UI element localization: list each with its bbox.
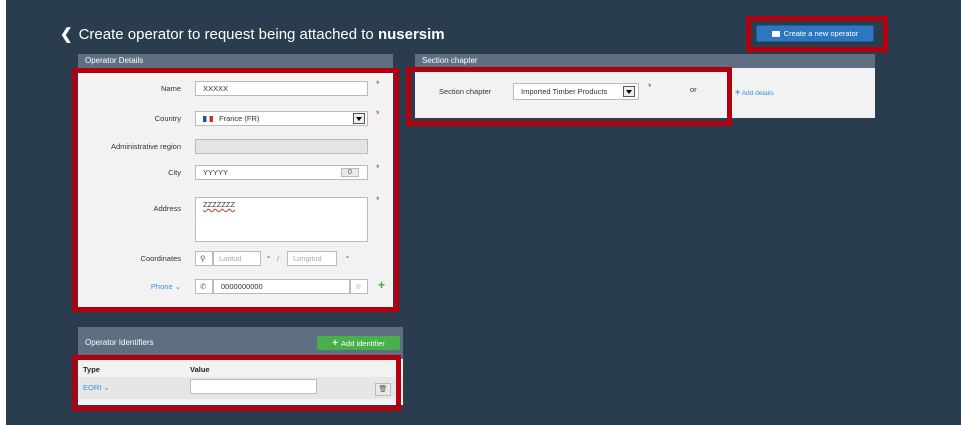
city-lookup-button[interactable]: 0 <box>341 168 359 177</box>
section-chapter-panel: Section chapter Section chapter Imported… <box>415 54 875 118</box>
add-details-link[interactable]: + Add details <box>735 87 774 97</box>
chevron-down-icon[interactable] <box>353 113 365 124</box>
document-icon <box>771 30 780 37</box>
title-prefix: Create operator to request being attache… <box>78 26 374 43</box>
flag-icon <box>203 116 213 123</box>
chevron-down-icon: ⌄ <box>174 282 181 291</box>
address-label: Address <box>153 204 181 213</box>
or-text: or <box>690 85 697 94</box>
identifier-value-input[interactable] <box>190 379 317 394</box>
create-operator-label: Create a new operator <box>783 29 859 38</box>
section-chapter-value: Imported Timber Products <box>521 87 608 96</box>
name-input[interactable]: XXXXX <box>195 81 368 96</box>
required-mark: * <box>376 195 380 205</box>
phone-icon: ✆ <box>195 279 213 294</box>
coordinates-label: Coordinates <box>140 254 181 263</box>
col-value: Value <box>190 365 210 374</box>
plus-icon: + <box>332 337 339 349</box>
name-label: Name <box>160 84 181 93</box>
page-title: ❮ Create operator to request being attach… <box>60 25 445 43</box>
degree-mark: ° <box>267 254 270 263</box>
phone-label: Phone <box>150 282 173 291</box>
create-operator-button[interactable]: Create a new operator <box>756 25 874 42</box>
chevron-left-icon[interactable]: ❮ <box>60 25 73 43</box>
section-chapter-select[interactable]: Imported Timber Products <box>513 83 639 100</box>
city-label: City <box>168 168 181 177</box>
country-label: Country <box>154 114 181 123</box>
chevron-down-icon[interactable] <box>623 86 635 97</box>
operator-details-panel: Operator Details Name XXXXX * Country Fr… <box>78 54 393 308</box>
identifier-row: EORI ⌄ 🗑 <box>78 377 403 399</box>
identifier-type-dropdown[interactable]: EORI ⌄ <box>83 383 110 392</box>
longitude-input[interactable]: Longitud <box>287 251 337 266</box>
required-mark: * <box>648 82 652 92</box>
section-chapter-heading: Section chapter <box>415 54 875 68</box>
operator-details-heading: Operator Details <box>78 54 393 68</box>
latitude-input[interactable]: Latitud <box>213 251 261 266</box>
identifier-table-header: Type Value <box>78 365 403 375</box>
city-input[interactable]: YYYYY 0 <box>195 165 368 180</box>
trash-icon[interactable]: 🗑 <box>375 383 391 396</box>
required-mark: * <box>376 79 380 89</box>
add-phone-icon[interactable]: + <box>378 278 385 292</box>
col-type: Type <box>83 365 100 374</box>
add-details-label: Add details <box>741 90 774 97</box>
coordinate-separator: / <box>277 254 280 263</box>
star-icon[interactable]: ☆ <box>350 279 368 294</box>
city-value: YYYYY <box>203 168 229 177</box>
required-mark: * <box>376 109 380 119</box>
admin-region-label: Administrative region <box>110 142 181 151</box>
admin-region-input[interactable] <box>195 139 368 154</box>
country-value: France (FR) <box>219 114 260 123</box>
phone-input[interactable]: 0000000000 <box>213 279 350 294</box>
degree-mark: ° <box>346 254 349 263</box>
operator-identifiers-panel: Operator Identifiers + Add identifier Ty… <box>78 327 403 405</box>
address-textarea[interactable]: ZZZZZZZ <box>195 197 368 242</box>
section-chapter-label: Section chapter <box>439 87 492 96</box>
country-select[interactable]: France (FR) <box>195 111 368 126</box>
required-mark: * <box>376 163 380 173</box>
title-user: nusersim <box>377 26 445 43</box>
add-identifier-label: Add identifier <box>341 338 385 348</box>
phone-type-dropdown[interactable]: Phone ⌄ <box>151 282 181 291</box>
identifier-type: EORI <box>83 383 102 392</box>
map-marker-icon: ⚲ <box>195 251 213 266</box>
add-identifier-button[interactable]: + Add identifier <box>317 336 400 350</box>
